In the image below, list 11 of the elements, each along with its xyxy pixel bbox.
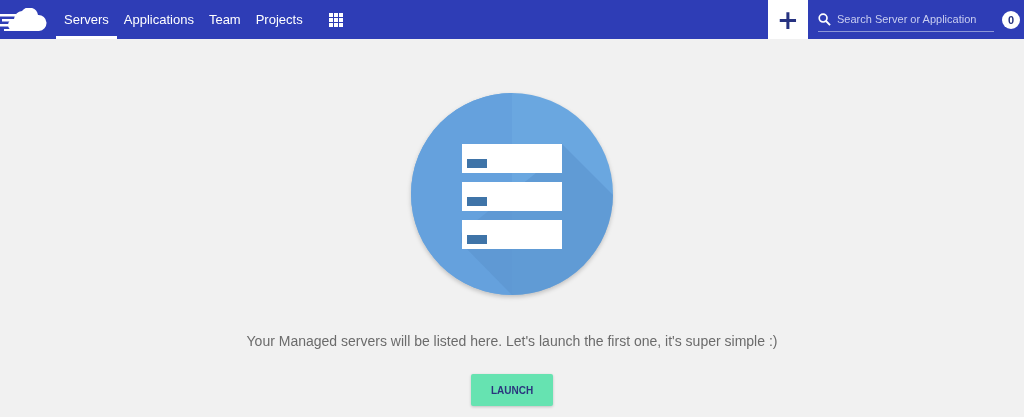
search-icon (818, 12, 831, 26)
add-button[interactable]: + (768, 0, 808, 39)
nav-tab[interactable]: Team (200, 0, 249, 39)
nav-tab[interactable]: Applications (115, 0, 202, 39)
launch-button[interactable]: LAUNCH (471, 374, 553, 406)
nav-tab[interactable]: Projects (247, 0, 311, 39)
count-badge: 0 (1002, 10, 1020, 29)
nav-tab[interactable]: Servers (56, 0, 117, 39)
search-field[interactable]: Search Server or Application (837, 13, 994, 25)
empty-state-message: Your Managed servers will be listed here. Let's launch the first one, it's super simple :) (246, 333, 778, 349)
apps-grid-icon[interactable] (328, 12, 343, 27)
